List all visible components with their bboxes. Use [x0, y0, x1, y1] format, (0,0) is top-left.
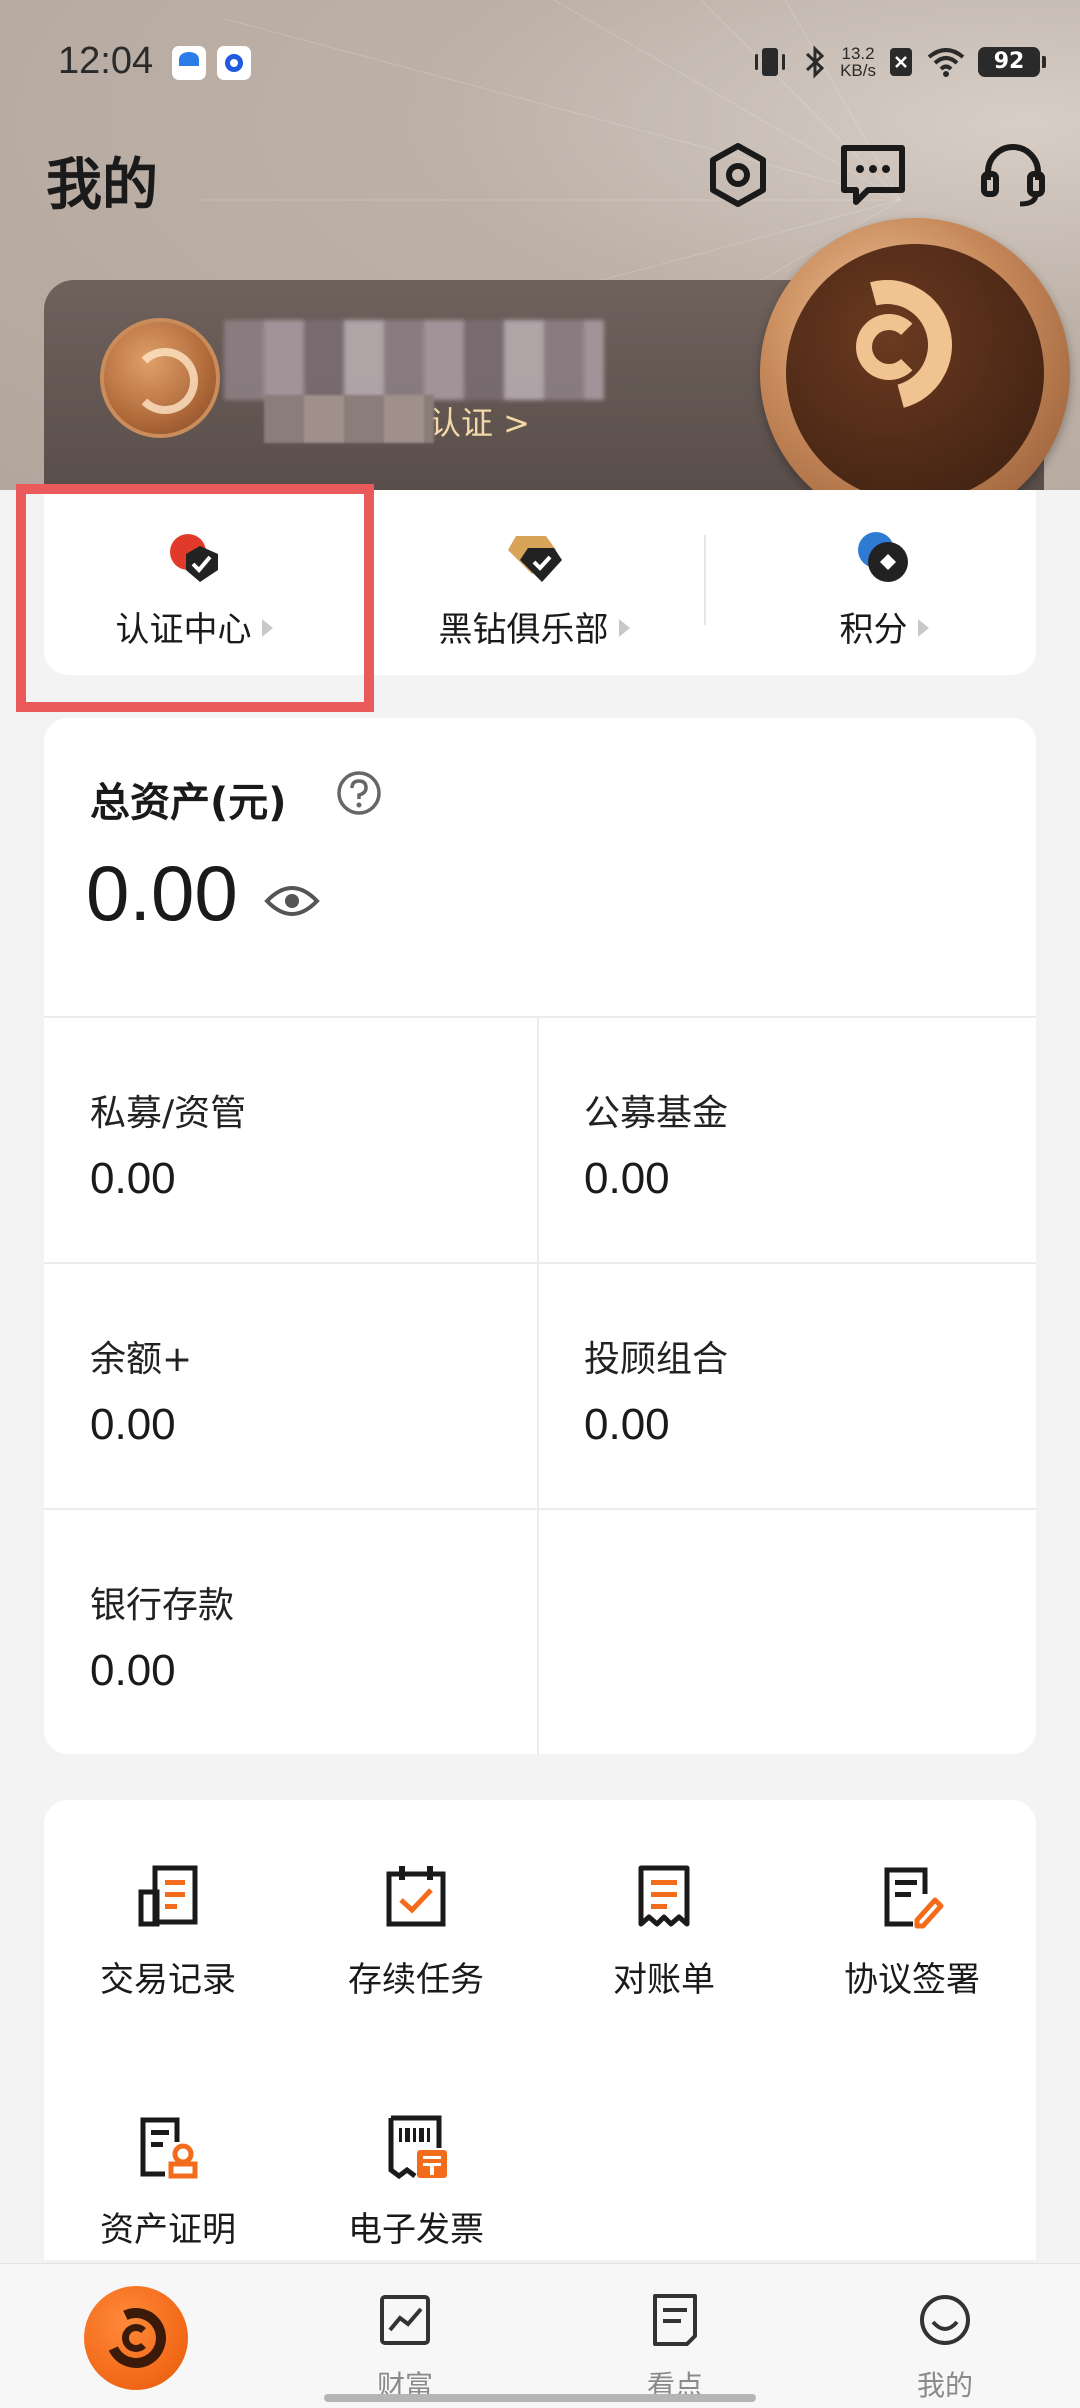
e-invoice-icon: [388, 2115, 447, 2180]
quick-link-label: 积分: [839, 610, 908, 650]
app-notification-icon: [217, 46, 251, 80]
tool-statement[interactable]: 对账单: [540, 1800, 788, 2000]
wifi-icon: [927, 48, 965, 77]
message-icon[interactable]: [838, 140, 908, 210]
task-calendar-icon: [386, 1866, 446, 1927]
asset-certificate-icon: [140, 2117, 198, 2179]
chevron-right-icon: [618, 619, 630, 637]
asset-value: 0.00: [90, 1400, 176, 1449]
vibrate-icon: [755, 48, 786, 76]
quick-link-black-diamond-club[interactable]: 黑钻俱乐部: [374, 490, 694, 675]
tool-agreement-sign[interactable]: 协议签署: [788, 1800, 1036, 2000]
statement-icon: [638, 1865, 690, 1927]
asset-item-bank-deposit[interactable]: 银行存款 0.00: [90, 1576, 540, 1754]
system-icons: 13.2 KB/s 92: [750, 42, 1046, 82]
chevron-right-icon: [917, 619, 929, 637]
asset-label: 私募/资管: [90, 1093, 247, 1134]
tool-ongoing-tasks[interactable]: 存续任务: [292, 1800, 540, 2000]
smiley-icon: [920, 2295, 970, 2345]
status-time: 12:04: [58, 40, 154, 82]
status-bar: 12:04 13.2 KB/s 92: [0, 0, 1080, 130]
total-assets-value: 0.00: [86, 849, 238, 937]
bluetooth-icon: [806, 45, 825, 79]
tool-label: 协议签署: [844, 1960, 980, 2000]
asset-value: 0.00: [584, 1154, 670, 1203]
sim-off-icon: [890, 48, 912, 76]
divider: [44, 1016, 1036, 1018]
settings-icon[interactable]: [703, 140, 773, 210]
brand-logo-medal: [760, 218, 1070, 528]
battery-icon: 92: [978, 47, 1046, 77]
wealth-chart-icon: [380, 2295, 430, 2345]
asset-item-private-fund[interactable]: 私募/资管 0.00: [90, 1084, 540, 1304]
asset-item-advisory-portfolio[interactable]: 投顾组合 0.00: [584, 1330, 1034, 1550]
tool-asset-certificate[interactable]: 资产证明: [44, 2050, 292, 2250]
home-indicator[interactable]: [324, 2394, 756, 2402]
asset-value: 0.00: [584, 1400, 670, 1449]
total-assets-title: 总资产(元): [90, 780, 287, 826]
quick-link-label: 黑钻俱乐部: [438, 610, 609, 650]
points-icon: [858, 532, 908, 582]
assets-card: 总资产(元) 0.00 私募/资管 0.00 公募基金 0.00 余额+ 0.0…: [44, 718, 1036, 1754]
help-icon[interactable]: [336, 770, 382, 816]
eye-icon[interactable]: [264, 881, 320, 921]
auth-hint-blur: [264, 395, 434, 443]
nav-tab-news[interactable]: 看点: [575, 2264, 775, 2408]
transaction-record-icon: [138, 1865, 198, 1927]
asset-label: 公募基金: [584, 1093, 729, 1134]
home-logo-icon[interactable]: [84, 2286, 188, 2390]
nav-tab-wealth[interactable]: 财富: [305, 2264, 505, 2408]
net-speed: 13.2 KB/s: [840, 44, 876, 80]
black-diamond-icon: [508, 536, 562, 582]
tool-label: 对账单: [613, 1960, 715, 2000]
nav-tab-mine[interactable]: 我的: [845, 2264, 1045, 2408]
tool-label: 资产证明: [100, 2210, 236, 2250]
divider: [704, 535, 706, 625]
tool-label: 交易记录: [100, 1960, 236, 2000]
page-title: 我的: [46, 153, 158, 218]
asset-item-public-fund[interactable]: 公募基金 0.00: [584, 1084, 1034, 1304]
tool-transaction-record[interactable]: 交易记录: [44, 1800, 292, 2000]
app-notification-icon: [172, 46, 206, 80]
nav-label: 我的: [916, 2369, 973, 2402]
tool-label: 存续任务: [348, 1960, 484, 2000]
customer-service-icon[interactable]: [978, 140, 1048, 210]
asset-label: 投顾组合: [584, 1339, 729, 1380]
tool-label: 电子发票: [348, 2210, 484, 2250]
username-blurred: [224, 320, 604, 400]
tool-e-invoice[interactable]: 电子发票: [292, 2050, 540, 2250]
agreement-sign-icon: [884, 1867, 944, 1929]
quick-link-points[interactable]: 积分: [734, 490, 1034, 675]
tools-card: 交易记录 存续任务 对账单 协议签署 资产证明 电子发票: [44, 1800, 1036, 2260]
asset-value: 0.00: [90, 1154, 176, 1203]
highlight-annotation-box: [16, 484, 374, 712]
asset-item-balance-plus[interactable]: 余额+ 0.00: [90, 1330, 540, 1550]
news-icon: [653, 2294, 697, 2346]
asset-label: 银行存款: [90, 1585, 235, 1626]
asset-label: 余额+: [90, 1339, 193, 1380]
asset-value: 0.00: [90, 1646, 176, 1695]
avatar[interactable]: [100, 318, 220, 438]
